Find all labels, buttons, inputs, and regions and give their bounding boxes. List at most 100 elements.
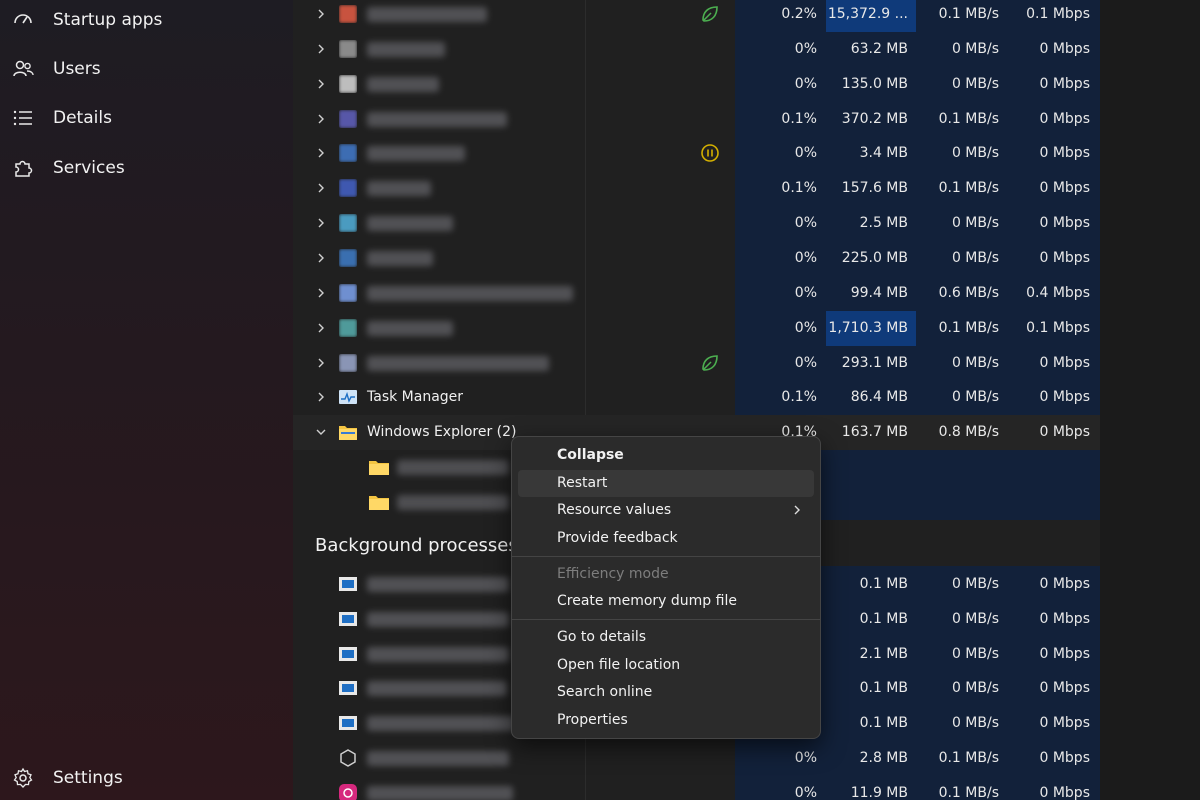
process-row[interactable]: 0% 3.4 MB 0 MB/s 0 Mbps bbox=[293, 136, 1100, 171]
process-row[interactable]: 0% 99.4 MB 0.6 MB/s 0.4 Mbps bbox=[293, 276, 1100, 311]
chevron-right-icon[interactable] bbox=[313, 285, 329, 301]
memory-cell: 86.4 MB bbox=[850, 389, 908, 406]
process-row[interactable]: 0% 293.1 MB 0 MB/s 0 Mbps bbox=[293, 346, 1100, 381]
network-cell: 0 Mbps bbox=[1039, 40, 1090, 57]
process-row[interactable]: 0% 63.2 MB 0 MB/s 0 Mbps bbox=[293, 32, 1100, 67]
menu-separator bbox=[512, 556, 820, 557]
chevron-right-icon[interactable] bbox=[313, 250, 329, 266]
chevron-down-icon[interactable] bbox=[313, 424, 329, 440]
disk-cell: 0.1 MB/s bbox=[938, 784, 999, 800]
chevron-right-icon[interactable] bbox=[313, 76, 329, 92]
chevron-right-icon[interactable] bbox=[313, 355, 329, 371]
menu-item-properties[interactable]: Properties bbox=[518, 707, 814, 734]
blurred-process-name bbox=[367, 320, 453, 336]
process-row[interactable]: 0% 2.5 MB 0 MB/s 0 Mbps bbox=[293, 206, 1100, 241]
menu-item-search-online[interactable]: Search online bbox=[518, 679, 814, 706]
process-row[interactable]: 0% 1,710.3 MB 0.1 MB/s 0.1 Mbps bbox=[293, 310, 1100, 346]
sidebar-item-label: Details bbox=[53, 108, 112, 128]
network-cell: 0 Mbps bbox=[1039, 249, 1090, 266]
network-cell: 0 Mbps bbox=[1039, 180, 1090, 197]
process-row[interactable]: 0% 135.0 MB 0 MB/s 0 Mbps bbox=[293, 67, 1100, 102]
sidebar-item-settings[interactable]: Settings bbox=[0, 758, 293, 798]
menu-item-go-to-details[interactable]: Go to details bbox=[518, 624, 814, 651]
chevron-right-icon[interactable] bbox=[313, 6, 329, 22]
process-row[interactable]: Task Manager 0.1% 86.4 MB 0 MB/s 0 Mbps bbox=[293, 380, 1100, 415]
menu-item-create-dump[interactable]: Create memory dump file bbox=[518, 588, 814, 615]
chevron-right-icon[interactable] bbox=[313, 41, 329, 57]
sidebar-item-label: Settings bbox=[53, 768, 123, 788]
instagram-icon bbox=[339, 783, 357, 800]
network-cell: 0 Mbps bbox=[1039, 389, 1090, 406]
process-row[interactable]: 0.1% 370.2 MB 0.1 MB/s 0 Mbps bbox=[293, 102, 1100, 137]
efficiency-leaf-icon bbox=[702, 354, 718, 371]
app-icon bbox=[339, 144, 357, 163]
chevron-right-icon[interactable] bbox=[313, 111, 329, 127]
menu-item-label: Resource values bbox=[557, 502, 672, 518]
menu-item-restart[interactable]: Restart bbox=[518, 470, 814, 497]
network-cell: 0 Mbps bbox=[1039, 424, 1090, 441]
menu-item-open-file-location[interactable]: Open file location bbox=[518, 652, 814, 679]
memory-cell: 2.8 MB bbox=[859, 750, 908, 766]
app-icon bbox=[339, 179, 357, 198]
memory-cell: 2.1 MB bbox=[859, 645, 908, 662]
cpu-cell: 0.2% bbox=[781, 6, 817, 22]
sidebar-item-startup-apps[interactable]: Startup apps bbox=[0, 0, 293, 40]
chevron-right-icon[interactable] bbox=[313, 320, 329, 336]
window-icon bbox=[339, 646, 357, 661]
chevron-right-icon[interactable] bbox=[313, 215, 329, 231]
efficiency-leaf-icon bbox=[702, 6, 718, 22]
memory-cell: 0.1 MB bbox=[859, 576, 908, 592]
blurred-process-name bbox=[367, 76, 439, 92]
process-row[interactable]: 0.2% 15,372.9 ... 0.1 MB/s 0.1 Mbps bbox=[293, 0, 1100, 32]
chevron-right-icon[interactable] bbox=[313, 145, 329, 161]
blurred-process-name bbox=[367, 41, 445, 57]
disk-cell: 0 MB/s bbox=[951, 576, 999, 592]
blurred-process-name bbox=[397, 495, 509, 510]
blurred-process-name bbox=[367, 646, 509, 662]
background-process-row[interactable]: 0% 2.8 MB 0.1 MB/s 0 Mbps bbox=[293, 741, 1100, 776]
network-cell: 0.4 Mbps bbox=[1026, 284, 1090, 301]
network-cell: 0 Mbps bbox=[1039, 576, 1090, 592]
disk-cell: 0.6 MB/s bbox=[938, 284, 999, 301]
cpu-cell: 0% bbox=[794, 319, 817, 336]
app-icon bbox=[339, 353, 357, 372]
app-icon bbox=[339, 74, 357, 93]
sidebar-item-users[interactable]: Users bbox=[0, 49, 293, 89]
task-manager-icon bbox=[339, 390, 357, 405]
app-icon bbox=[339, 39, 357, 58]
memory-cell: 0.1 MB bbox=[859, 610, 908, 627]
disk-cell: 0.1 MB/s bbox=[938, 319, 999, 336]
process-row[interactable]: 0.1% 157.6 MB 0.1 MB/s 0 Mbps bbox=[293, 171, 1100, 206]
memory-cell: 99.4 MB bbox=[850, 284, 908, 301]
blurred-process-name bbox=[367, 285, 573, 301]
gauge-icon bbox=[14, 14, 32, 24]
chevron-right-icon[interactable] bbox=[313, 389, 329, 405]
network-cell: 0 Mbps bbox=[1039, 784, 1090, 800]
folder-icon bbox=[369, 496, 389, 510]
menu-item-provide-feedback[interactable]: Provide feedback bbox=[518, 525, 814, 552]
memory-cell: 0.1 MB bbox=[859, 715, 908, 732]
memory-cell: 157.6 MB bbox=[841, 180, 908, 197]
window-icon bbox=[339, 681, 357, 696]
menu-item-resource-values[interactable]: Resource values bbox=[518, 497, 814, 524]
blurred-process-name bbox=[367, 577, 509, 592]
paused-icon bbox=[701, 144, 719, 163]
network-cell: 0 Mbps bbox=[1039, 110, 1090, 127]
menu-item-collapse[interactable]: Collapse bbox=[518, 442, 814, 469]
sidebar-item-details[interactable]: Details bbox=[0, 98, 293, 138]
menu-separator bbox=[512, 619, 820, 620]
cpu-cell: 0% bbox=[794, 75, 817, 92]
process-row[interactable]: 0% 225.0 MB 0 MB/s 0 Mbps bbox=[293, 241, 1100, 276]
process-name: Task Manager bbox=[367, 389, 464, 406]
app-icon bbox=[339, 109, 357, 128]
app-icon bbox=[339, 318, 357, 337]
chevron-right-icon[interactable] bbox=[313, 180, 329, 196]
disk-cell: 0 MB/s bbox=[951, 715, 999, 732]
window-icon bbox=[339, 611, 357, 626]
cpu-cell: 0.1% bbox=[781, 389, 817, 406]
network-cell: 0 Mbps bbox=[1039, 645, 1090, 662]
puzzle-icon bbox=[15, 160, 33, 177]
disk-cell: 0 MB/s bbox=[951, 75, 999, 92]
sidebar-item-services[interactable]: Services bbox=[0, 148, 293, 188]
background-process-row[interactable]: 0% 11.9 MB 0.1 MB/s 0 Mbps bbox=[293, 776, 1100, 800]
